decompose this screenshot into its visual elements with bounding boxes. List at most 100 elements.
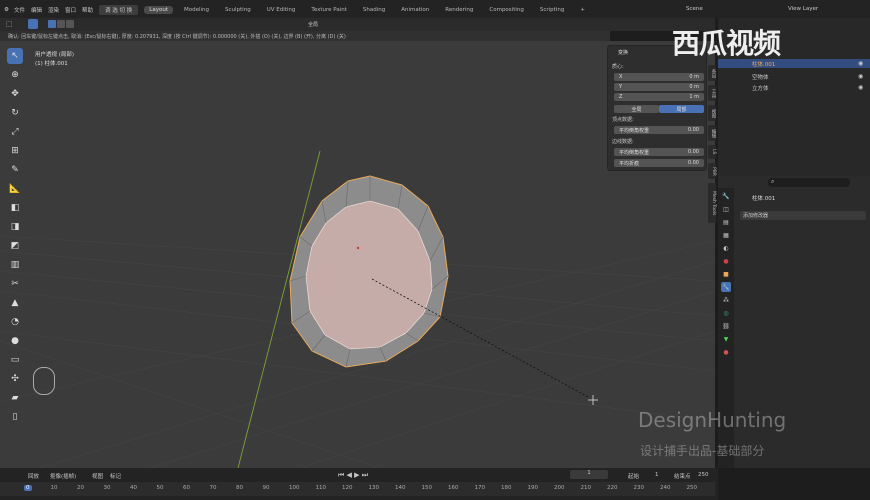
tab-mesh-tools[interactable]: Mesh Tools: [708, 183, 716, 223]
view-menu[interactable]: 视图: [92, 472, 103, 480]
particles-tab-icon[interactable]: ⁂: [721, 295, 731, 305]
tab-ls[interactable]: LS: [708, 145, 716, 159]
world-tab-icon[interactable]: ●: [721, 256, 731, 266]
annotate-icon[interactable]: ✎: [7, 162, 23, 178]
tab-sculpting[interactable]: Sculpting: [220, 6, 256, 14]
tab-uv-editing[interactable]: UV Editing: [262, 6, 301, 14]
frame-tick: 140: [395, 485, 406, 491]
view-layer-selector[interactable]: View Layer: [788, 6, 818, 12]
frame-tick: 70: [209, 485, 217, 491]
frame-ruler[interactable]: 0 10 20 30 40 50 60 70 80 90 100 110 120 130 140 150 160…: [0, 482, 715, 496]
eye-icon[interactable]: ◉: [858, 73, 863, 80]
render-tab-icon[interactable]: ◫: [721, 204, 731, 214]
move-icon[interactable]: ✥: [7, 86, 23, 102]
select-box-icon[interactable]: ↖: [7, 48, 23, 64]
loop-cut-icon[interactable]: ▥: [7, 257, 23, 273]
tab-texture-paint[interactable]: Texture Paint: [306, 6, 352, 14]
add-modifier-dropdown[interactable]: 添加修改器: [740, 211, 866, 220]
output-tab-icon[interactable]: ▤: [721, 217, 731, 227]
tab-layout[interactable]: Layout: [144, 6, 173, 14]
vertex-select-icon[interactable]: [48, 20, 56, 28]
tab-rendering[interactable]: Rendering: [440, 6, 478, 14]
tab-item[interactable]: 条目: [708, 65, 716, 81]
menu-file[interactable]: 文件: [14, 6, 25, 14]
scene-tab-icon[interactable]: ◐: [721, 243, 731, 253]
tab-compositing[interactable]: Compositing: [484, 6, 528, 14]
menu-edit[interactable]: 编辑: [31, 6, 42, 14]
frame-tick: 120: [342, 485, 353, 491]
outliner-item-cube[interactable]: 立方体: [752, 84, 769, 92]
material-tab-icon[interactable]: ●: [721, 347, 731, 357]
current-frame-field[interactable]: 1: [570, 470, 608, 479]
bevel-icon[interactable]: ◩: [7, 238, 23, 254]
edge-bevel-weight-field[interactable]: 平均倒角权重 0.00: [614, 148, 704, 156]
menu-render[interactable]: 渲染: [48, 6, 59, 14]
tab-shading[interactable]: Shading: [358, 6, 390, 14]
keying-menu[interactable]: 抠像(插帧): [50, 472, 76, 480]
frame-tick: 0: [24, 485, 32, 491]
data-tab-icon[interactable]: ▼: [721, 334, 731, 344]
measure-icon[interactable]: 📐: [7, 181, 23, 197]
editor-type-icon[interactable]: ⬚: [6, 20, 13, 28]
inset-icon[interactable]: ◨: [7, 219, 23, 235]
search-icon[interactable]: ⌕: [768, 178, 850, 187]
extrude-icon[interactable]: ◧: [7, 200, 23, 216]
frame-tick: 240: [660, 485, 671, 491]
face-select-icon[interactable]: [66, 20, 74, 28]
vertex-bevel-weight-field[interactable]: 平均倒角权重 0.00: [614, 126, 704, 134]
start-frame-field[interactable]: 1: [655, 472, 659, 478]
scene-selector[interactable]: Scene: [686, 6, 703, 12]
menu-help[interactable]: 帮助: [82, 6, 93, 14]
marker-menu[interactable]: 标记: [110, 472, 121, 480]
knife-icon[interactable]: ✂: [7, 276, 23, 292]
mode-switch[interactable]: 调 选 切 换: [99, 5, 139, 15]
rotate-icon[interactable]: ↻: [7, 105, 23, 121]
transform-icon[interactable]: ⊞: [7, 143, 23, 159]
eye-icon[interactable]: ◉: [858, 60, 863, 67]
tab-view[interactable]: 视图: [708, 105, 716, 121]
smooth-icon[interactable]: ●: [7, 333, 23, 349]
eye-icon[interactable]: ◉: [858, 84, 863, 91]
panel-title[interactable]: 变换: [618, 49, 628, 56]
tab-scripting[interactable]: Scripting: [535, 6, 569, 14]
local-button[interactable]: 局部: [659, 105, 704, 113]
rip-icon[interactable]: ▯: [7, 409, 23, 425]
select-tool-icon[interactable]: [28, 19, 38, 29]
blender-logo-icon[interactable]: ⚙: [4, 7, 9, 13]
cursor-icon[interactable]: ⊕: [7, 67, 23, 83]
outliner-item-empty[interactable]: 空物体: [752, 73, 769, 81]
edge-slide-icon[interactable]: ▭: [7, 352, 23, 368]
frame-tick: 60: [183, 485, 190, 491]
edge-select-icon[interactable]: [57, 20, 65, 28]
view-layer-tab-icon[interactable]: ▦: [721, 230, 731, 240]
object-tab-icon[interactable]: ■: [721, 269, 731, 279]
end-frame-field[interactable]: 250: [698, 472, 709, 478]
global-button[interactable]: 全局: [614, 105, 659, 113]
y-field[interactable]: Y0 m: [614, 83, 704, 91]
x-field[interactable]: X0 m: [614, 73, 704, 81]
origin-point: [356, 246, 360, 250]
tab-modeling[interactable]: Modeling: [179, 6, 214, 14]
physics-tab-icon[interactable]: ◎: [721, 308, 731, 318]
shear-icon[interactable]: ▰: [7, 390, 23, 406]
tab-tool[interactable]: 工具: [708, 85, 716, 101]
constraints-tab-icon[interactable]: ⛓: [721, 321, 731, 331]
start-label: 起始: [628, 474, 640, 480]
scale-icon[interactable]: ⤢: [7, 124, 23, 140]
edge-crease-field[interactable]: 平均折痕 0.00: [614, 159, 704, 167]
menu-window[interactable]: 窗口: [65, 6, 76, 14]
poly-build-icon[interactable]: ▲: [7, 295, 23, 311]
frame-tick: 10: [50, 485, 58, 491]
tool-tab-icon[interactable]: 🔧: [721, 191, 731, 201]
tab-animation[interactable]: Animation: [396, 6, 434, 14]
modifier-tab-icon[interactable]: 🔧: [721, 282, 731, 292]
shrink-icon[interactable]: ✣: [7, 371, 23, 387]
playback-controls[interactable]: ⏮ ◀ ▶ ⏭: [338, 471, 368, 480]
tab-edit[interactable]: 编辑: [708, 125, 716, 141]
playback-menu[interactable]: 回放: [28, 472, 39, 480]
z-field[interactable]: Z1 m: [614, 93, 704, 101]
spin-icon[interactable]: ◔: [7, 314, 23, 330]
orientation-dropdown[interactable]: 全局: [308, 21, 318, 28]
add-workspace-button[interactable]: +: [575, 6, 590, 14]
tab-pbr[interactable]: PBR: [708, 163, 716, 179]
